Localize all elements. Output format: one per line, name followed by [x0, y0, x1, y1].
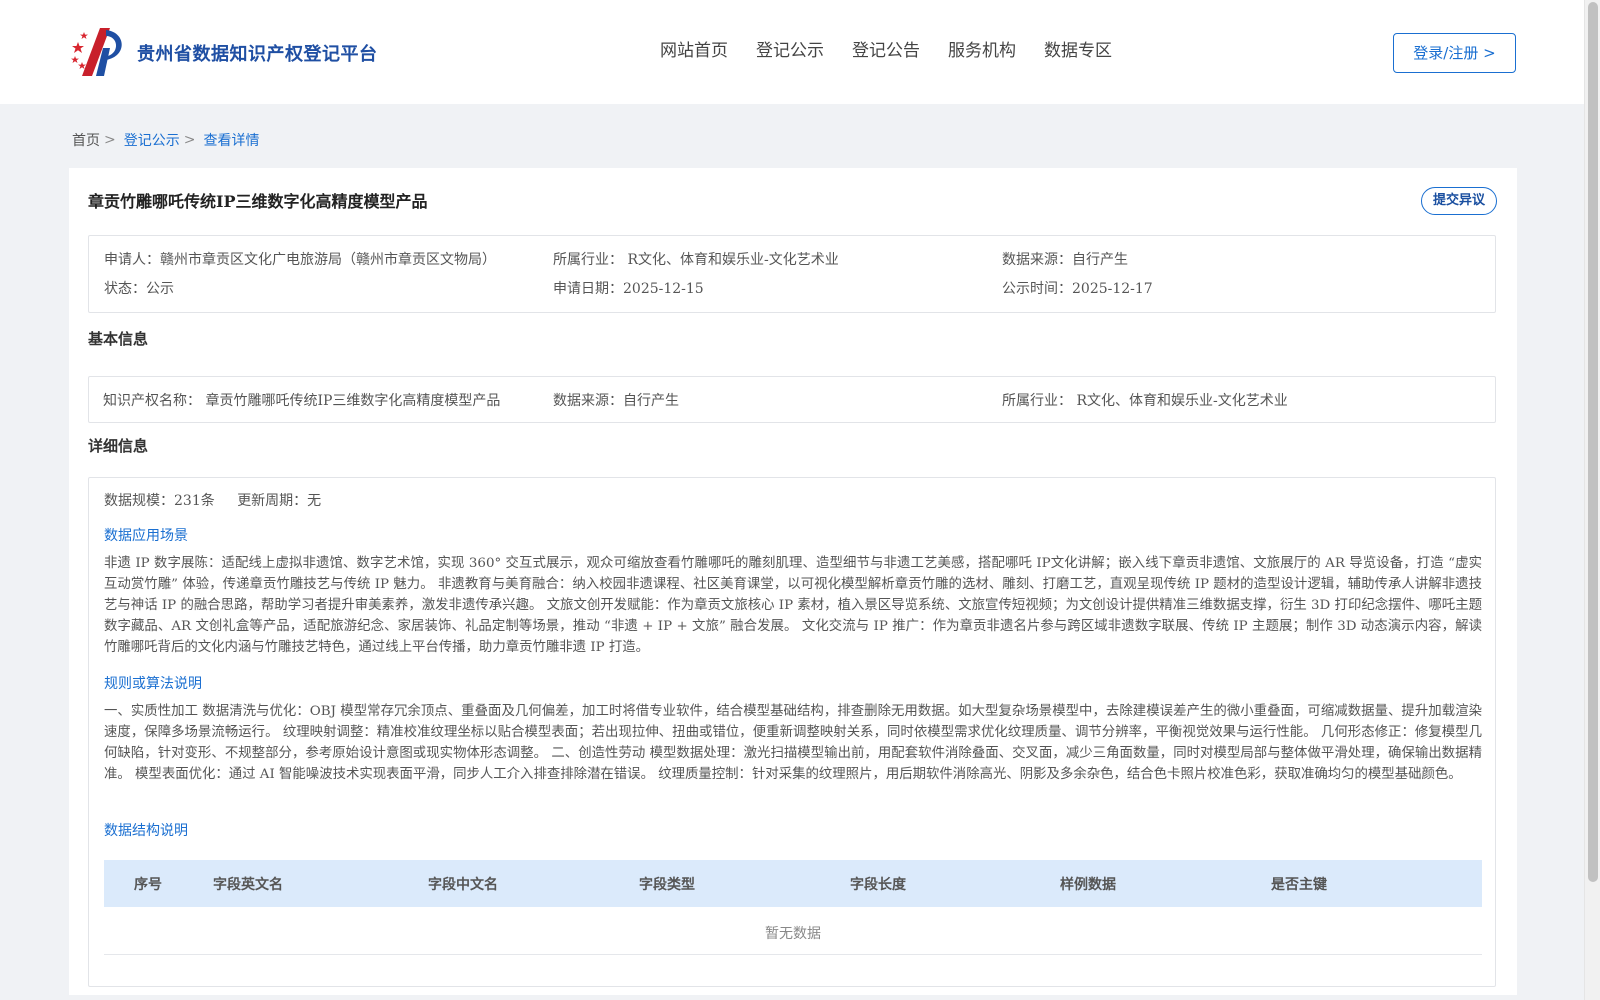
data-scale: 数据规模：231条 — [104, 493, 215, 509]
column-header: 字段长度 — [850, 877, 906, 893]
brand-name: 贵州省数据知识产权登记平台 — [137, 44, 378, 65]
nav-data-zone[interactable]: 数据专区 — [1044, 38, 1112, 64]
platform-logo — [71, 28, 122, 76]
basic-source-field: 数据来源：自行产生 — [553, 393, 679, 409]
submit-objection-button[interactable]: 提交异议 — [1421, 187, 1497, 215]
breadcrumb-home[interactable]: 首页 — [72, 130, 100, 150]
detail-info-heading: 详细信息 — [88, 437, 149, 455]
scrollbar-thumb[interactable] — [1588, 2, 1598, 882]
top-header: 贵州省数据知识产权登记平台 网站首页 登记公示 登记公告 服务机构 数据专区 登… — [0, 0, 1584, 104]
nav-registration-publicity[interactable]: 登记公示 — [756, 38, 824, 64]
update-cycle: 更新周期：无 — [237, 493, 322, 509]
publish-date-field: 公示时间：2025-12-17 — [1002, 281, 1153, 297]
detail-info-panel: 数据规模：231条 更新周期：无 数据应用场景 非遗 IP 数字展陈：适配线上虚… — [88, 477, 1496, 987]
column-header: 是否主键 — [1271, 877, 1327, 893]
status-field: 状态：公示 — [104, 281, 174, 297]
scenario-heading: 数据应用场景 — [104, 528, 188, 544]
column-header: 字段类型 — [639, 877, 695, 893]
nav-service-agencies[interactable]: 服务机构 — [948, 38, 1016, 64]
breadcrumb-current: 查看详情 — [203, 133, 260, 149]
main-nav: 网站首页 登记公示 登记公告 服务机构 数据专区 — [660, 38, 1140, 64]
ip-name-field: 知识产权名称： 章贡竹雕哪吒传统IP三维数字化高精度模型产品 — [103, 393, 501, 409]
structure-table-header: 序号 字段英文名 字段中文名 字段类型 字段长度 样例数据 是否主键 — [104, 860, 1482, 907]
summary-panel: 申请人：赣州市章贡区文化广电旅游局（赣州市章贡区文物局） 所属行业： R文化、体… — [88, 235, 1496, 313]
breadcrumb-separator: > — [183, 132, 196, 148]
data-meta: 数据规模：231条 更新周期：无 — [104, 490, 339, 510]
breadcrumb-publicity[interactable]: 登记公示 — [124, 130, 180, 150]
page-scrollbar[interactable] — [1584, 0, 1600, 1000]
detail-card: 章贡竹雕哪吒传统IP三维数字化高精度模型产品 提交异议 申请人：赣州市章贡区文化… — [69, 168, 1517, 995]
empty-table-message: 暂无数据 — [104, 908, 1482, 955]
product-title: 章贡竹雕哪吒传统IP三维数字化高精度模型产品 — [88, 192, 428, 211]
structure-heading: 数据结构说明 — [104, 823, 188, 839]
data-source-field: 数据来源：自行产生 — [1002, 252, 1128, 268]
basic-info-panel: 知识产权名称： 章贡竹雕哪吒传统IP三维数字化高精度模型产品 数据来源：自行产生… — [88, 376, 1496, 423]
rules-text: 一、实质性加工 数据清洗与优化：OBJ 模型常存冗余顶点、重叠面及几何偏差，加工… — [104, 704, 1482, 782]
applicant-field: 申请人：赣州市章贡区文化广电旅游局（赣州市章贡区文物局） — [104, 252, 496, 268]
industry-field: 所属行业： R文化、体育和娱乐业-文化艺术业 — [553, 252, 839, 268]
column-header: 序号 — [134, 877, 162, 893]
rules-heading: 规则或算法说明 — [104, 676, 202, 692]
basic-info-heading: 基本信息 — [88, 330, 149, 348]
basic-industry-field: 所属行业： R文化、体育和娱乐业-文化艺术业 — [1002, 393, 1288, 409]
login-register-button[interactable]: 登录/注册 > — [1393, 33, 1516, 73]
column-header: 字段英文名 — [213, 877, 283, 893]
column-header: 样例数据 — [1060, 877, 1116, 893]
apply-date-field: 申请日期：2025-12-15 — [553, 281, 704, 297]
nav-home[interactable]: 网站首页 — [660, 38, 728, 64]
nav-registration-announcement[interactable]: 登记公告 — [852, 38, 920, 64]
scenario-text: 非遗 IP 数字展陈：适配线上虚拟非遗馆、数字艺术馆，实现 360° 交互式展示… — [104, 556, 1482, 655]
column-header: 字段中文名 — [428, 877, 498, 893]
breadcrumb-separator: > — [104, 132, 116, 148]
breadcrumb: 首页 > 登记公示 > 查看详情 — [72, 130, 259, 150]
